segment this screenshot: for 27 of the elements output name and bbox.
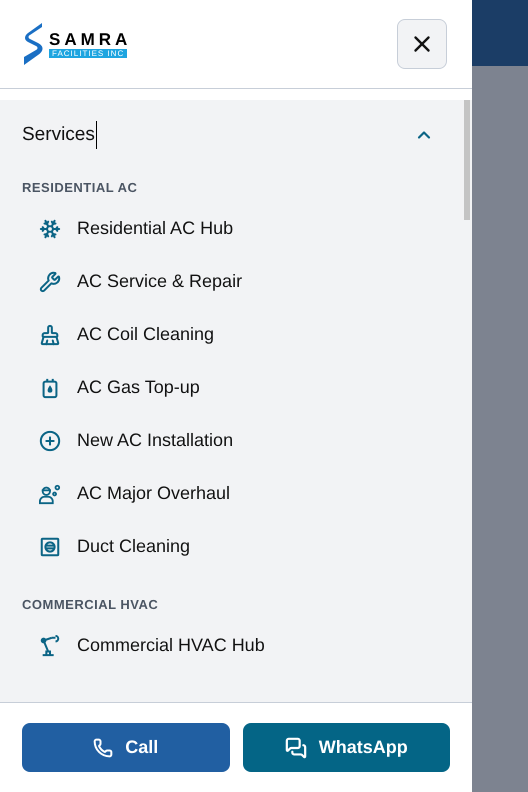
robot-arm-icon: [39, 634, 61, 656]
brush-icon: [39, 324, 61, 346]
menu-link[interactable]: AC Service & Repair: [0, 255, 464, 308]
phone-icon: [93, 738, 114, 758]
menu-link[interactable]: AC Gas Top-up: [0, 361, 464, 414]
close-button[interactable]: [397, 19, 447, 69]
services-toggle[interactable]: Services: [0, 100, 464, 170]
vent-icon: [39, 536, 61, 558]
page-header-background: [472, 0, 528, 66]
worker-gear-icon: [38, 482, 62, 504]
chat-icon: [284, 736, 307, 758]
call-button[interactable]: Call: [22, 723, 230, 772]
scrollbar-thumb[interactable]: [464, 100, 470, 220]
menu-link[interactable]: AC Coil Cleaning: [0, 308, 464, 361]
whatsapp-button[interactable]: WhatsApp: [242, 723, 450, 772]
menu-link[interactable]: Residential AC Hub: [0, 202, 464, 255]
section-heading: COMMERCIAL HVAC: [21, 596, 160, 614]
menu-link[interactable]: AC Major Overhaul: [0, 467, 464, 520]
menu-link[interactable]: New AC Installation: [0, 414, 464, 467]
logo-tagline: FACILITIES INC: [49, 48, 128, 58]
logo-name: SAMRA: [49, 30, 132, 48]
snowflake-icon: [39, 218, 61, 240]
wrench-icon: [39, 270, 61, 292]
menu-link[interactable]: Commercial HVAC Hub: [0, 619, 464, 672]
section-heading: RESIDENTIAL AC: [21, 179, 138, 197]
menu-link[interactable]: Duct Cleaning: [0, 520, 464, 573]
plus-circle-icon: [39, 430, 61, 452]
